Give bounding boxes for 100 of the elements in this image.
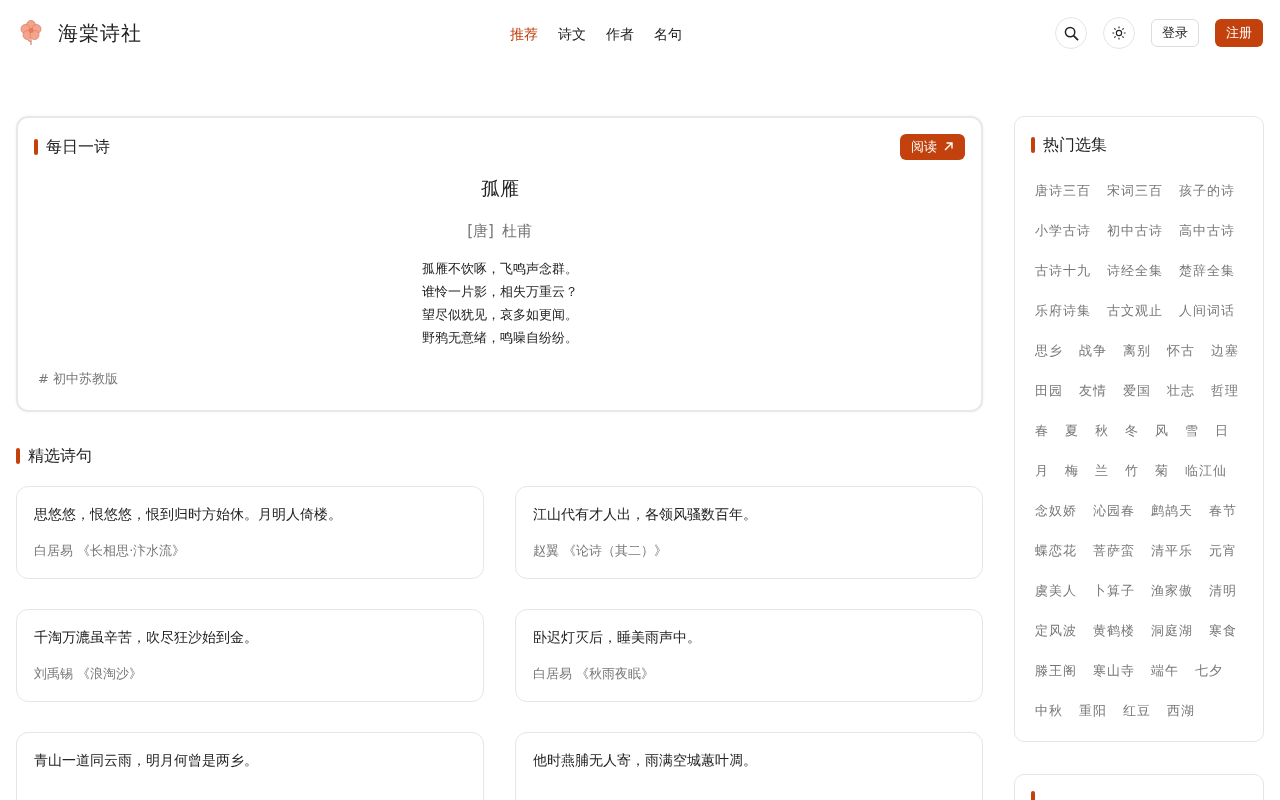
quote-author: 白居易 bbox=[34, 543, 73, 559]
poem-line: 谁怜一片影，相失万重云？ bbox=[421, 283, 578, 299]
search-button[interactable] bbox=[1055, 17, 1087, 49]
collection-tag[interactable]: 卜算子 bbox=[1093, 581, 1135, 601]
collection-tag[interactable]: 黄鹤楼 bbox=[1093, 621, 1135, 641]
collection-tag[interactable]: 临江仙 bbox=[1185, 461, 1227, 481]
quote-card[interactable]: 卧迟灯灭后，睡美雨声中。 白居易 《秋雨夜眠》 bbox=[515, 609, 983, 702]
site-name[interactable]: 海棠诗社 bbox=[58, 18, 142, 48]
collection-tag[interactable]: 哲理 bbox=[1211, 381, 1239, 401]
collection-tag[interactable]: 竹 bbox=[1125, 461, 1139, 481]
collection-tag[interactable]: 清平乐 bbox=[1151, 541, 1193, 561]
collection-tag[interactable]: 渔家傲 bbox=[1151, 581, 1193, 601]
collection-tag[interactable]: 月 bbox=[1035, 461, 1049, 481]
nav-tab[interactable]: 名句 bbox=[644, 20, 692, 49]
collection-tag[interactable]: 春 bbox=[1035, 421, 1049, 441]
collection-tag[interactable]: 红豆 bbox=[1123, 701, 1151, 721]
collection-tag[interactable]: 古诗十九 bbox=[1035, 261, 1091, 281]
collection-tag[interactable]: 田园 bbox=[1035, 381, 1063, 401]
collection-tag[interactable]: 壮志 bbox=[1167, 381, 1195, 401]
sun-icon bbox=[1112, 26, 1126, 40]
collection-tag[interactable]: 宋词三百 bbox=[1107, 181, 1163, 201]
read-button[interactable]: 阅读 bbox=[900, 134, 965, 160]
collection-tag[interactable]: 夏 bbox=[1065, 421, 1079, 441]
collection-tag[interactable]: 菩萨蛮 bbox=[1093, 541, 1135, 561]
quote-text: 千淘万漉虽辛苦，吹尽狂沙始到金。 bbox=[34, 629, 258, 645]
collection-tag[interactable]: 重阳 bbox=[1079, 701, 1107, 721]
collection-tag[interactable]: 元宵 bbox=[1209, 541, 1237, 561]
quote-text: 他时燕脯无人寄，雨满空城蕙叶凋。 bbox=[533, 752, 757, 768]
collection-tag[interactable]: 寒食 bbox=[1209, 621, 1237, 641]
collection-tag[interactable]: 诗经全集 bbox=[1107, 261, 1163, 281]
poem-tag[interactable]: # 初中苏教版 bbox=[38, 370, 119, 386]
theme-button[interactable] bbox=[1103, 17, 1135, 49]
collection-tag[interactable]: 友情 bbox=[1079, 381, 1107, 401]
collection-tag[interactable]: 七夕 bbox=[1195, 661, 1223, 681]
poem-title: 孤雁 bbox=[479, 175, 520, 201]
collection-tag[interactable]: 蝶恋花 bbox=[1035, 541, 1077, 561]
quote-card[interactable]: 江山代有才人出，各领风骚数百年。 赵翼 《论诗（其二）》 bbox=[515, 486, 983, 579]
collection-tag[interactable]: 日 bbox=[1215, 421, 1229, 441]
collection-tag[interactable]: 定风波 bbox=[1035, 621, 1077, 641]
collection-tag[interactable]: 梅 bbox=[1065, 461, 1079, 481]
quote-card[interactable]: 青山一道同云雨，明月何曾是两乡。 bbox=[16, 732, 484, 800]
collection-tag[interactable]: 中秋 bbox=[1035, 701, 1063, 721]
collection-tag[interactable]: 思乡 bbox=[1035, 341, 1063, 361]
collection-tag[interactable]: 人间词话 bbox=[1179, 301, 1235, 321]
collection-tag[interactable]: 爱国 bbox=[1123, 381, 1151, 401]
nav-tab[interactable]: 推荐 bbox=[500, 20, 548, 49]
collection-tag[interactable]: 寒山寺 bbox=[1093, 661, 1135, 681]
section-title: 热门选集 bbox=[1043, 134, 1107, 156]
collection-tag[interactable]: 冬 bbox=[1125, 421, 1139, 441]
poem-line: 野鸦无意绪，鸣噪自纷纷。 bbox=[421, 329, 578, 345]
collection-tag[interactable]: 鹧鸪天 bbox=[1151, 501, 1193, 521]
collection-tag[interactable]: 雪 bbox=[1185, 421, 1199, 441]
quote-card[interactable]: 思悠悠，恨悠悠，恨到归时方始休。月明人倚楼。 白居易 《长相思·汴水流》 bbox=[16, 486, 484, 579]
collection-tag[interactable]: 小学古诗 bbox=[1035, 221, 1091, 241]
collection-tag[interactable]: 春节 bbox=[1209, 501, 1237, 521]
quote-card[interactable]: 千淘万漉虽辛苦，吹尽狂沙始到金。 刘禹锡 《浪淘沙》 bbox=[16, 609, 484, 702]
collection-tag[interactable]: 战争 bbox=[1079, 341, 1107, 361]
quote-author: 赵翼 bbox=[533, 543, 559, 559]
collection-tag[interactable]: 端午 bbox=[1151, 661, 1179, 681]
nav-tab[interactable]: 诗文 bbox=[548, 20, 596, 49]
poem-dynasty: [唐] bbox=[467, 222, 494, 240]
accent-bar bbox=[34, 138, 38, 155]
collection-tag[interactable]: 虞美人 bbox=[1035, 581, 1077, 601]
accent-bar bbox=[1031, 137, 1035, 153]
collection-tag[interactable]: 楚辞全集 bbox=[1179, 261, 1235, 281]
collection-tag[interactable]: 兰 bbox=[1095, 461, 1109, 481]
register-button[interactable]: 注册 bbox=[1215, 19, 1263, 47]
collection-tag[interactable]: 怀古 bbox=[1167, 341, 1195, 361]
quote-source: 《浪淘沙》 bbox=[77, 666, 143, 682]
search-icon bbox=[1063, 25, 1079, 41]
collection-tag[interactable]: 古文观止 bbox=[1107, 301, 1163, 321]
nav-tab[interactable]: 作者 bbox=[596, 20, 644, 49]
collection-tag[interactable]: 清明 bbox=[1209, 581, 1237, 601]
collection-tag[interactable]: 秋 bbox=[1095, 421, 1109, 441]
collection-tag[interactable]: 菊 bbox=[1155, 461, 1169, 481]
collection-tag[interactable]: 滕王阁 bbox=[1035, 661, 1077, 681]
quote-author: 白居易 bbox=[533, 666, 572, 682]
collection-tag[interactable]: 乐府诗集 bbox=[1035, 301, 1091, 321]
accent-bar bbox=[16, 448, 20, 464]
collection-tag[interactable]: 洞庭湖 bbox=[1151, 621, 1193, 641]
login-button[interactable]: 登录 bbox=[1151, 19, 1199, 47]
section-title: 每日一诗 bbox=[46, 135, 110, 158]
collection-tag[interactable]: 孩子的诗 bbox=[1179, 181, 1235, 201]
collection-tag[interactable]: 离别 bbox=[1123, 341, 1151, 361]
collection-tag[interactable]: 沁园春 bbox=[1093, 501, 1135, 521]
collection-tag[interactable]: 边塞 bbox=[1211, 341, 1239, 361]
poem-line: 望尽似犹见，哀多如更闻。 bbox=[421, 306, 578, 322]
collection-tag[interactable]: 高中古诗 bbox=[1179, 221, 1235, 241]
quote-source: 《长相思·汴水流》 bbox=[77, 543, 186, 559]
quote-text: 青山一道同云雨，明月何曾是两乡。 bbox=[34, 752, 258, 768]
collection-tag[interactable]: 西湖 bbox=[1167, 701, 1195, 721]
poem-author[interactable]: 杜甫 bbox=[501, 222, 532, 240]
flower-icon bbox=[20, 20, 42, 46]
collection-tag[interactable]: 念奴娇 bbox=[1035, 501, 1077, 521]
collection-tag[interactable]: 风 bbox=[1155, 421, 1169, 441]
quote-source: 《论诗（其二）》 bbox=[563, 543, 668, 559]
quote-card[interactable]: 他时燕脯无人寄，雨满空城蕙叶凋。 bbox=[515, 732, 983, 800]
arrow-icon bbox=[943, 141, 954, 153]
collection-tag[interactable]: 唐诗三百 bbox=[1035, 181, 1091, 201]
collection-tag[interactable]: 初中古诗 bbox=[1107, 221, 1163, 241]
